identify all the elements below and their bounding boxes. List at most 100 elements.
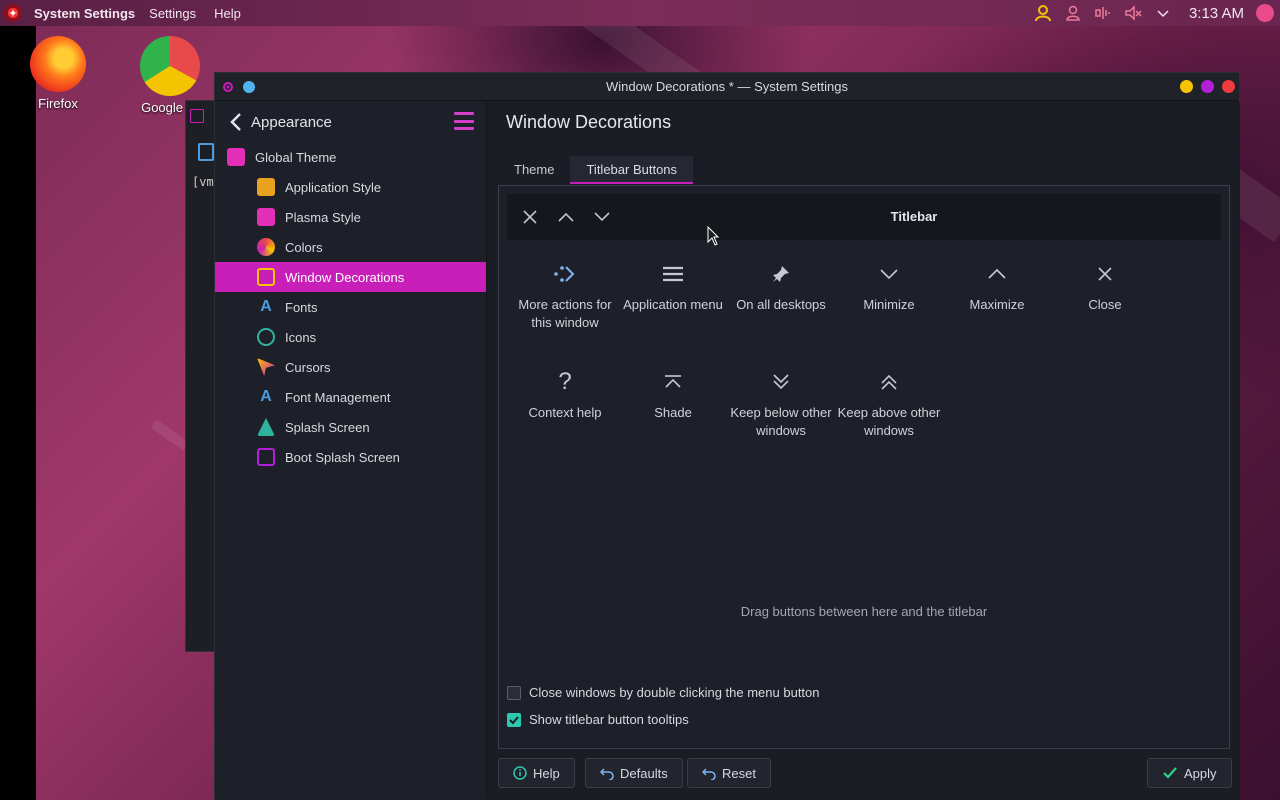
help-icon: ? (558, 368, 572, 395)
available-button-label: Shade (654, 405, 692, 420)
mouse-cursor-icon (707, 226, 719, 246)
sidebar-item-global-theme[interactable]: Global Theme (215, 142, 486, 172)
available-button-context-help[interactable]: ? Context help (511, 364, 619, 422)
sidebar-item-splash-screen[interactable]: Splash Screen (215, 412, 486, 442)
apply-button[interactable]: Apply (1147, 758, 1232, 788)
desktop-icon-label: Firefox (38, 96, 78, 111)
tab-theme[interactable]: Theme (498, 156, 570, 184)
help-button[interactable]: Help (498, 758, 575, 788)
sidebar-item-font-management[interactable]: A Font Management (215, 382, 486, 412)
person-icon[interactable] (1063, 3, 1083, 23)
available-button-label: Keep below other windows (730, 405, 832, 438)
apply-button-label: Apply (1184, 765, 1217, 781)
tab-titlebar-buttons[interactable]: Titlebar Buttons (570, 156, 694, 184)
available-button-label: Keep above other windows (837, 405, 941, 438)
window-minimize-button[interactable] (1180, 80, 1193, 93)
window-decorations-icon (257, 268, 275, 286)
reset-icon (702, 766, 716, 780)
sidebar-item-label: Font Management (285, 389, 391, 405)
cursors-icon (257, 358, 275, 376)
sidebar-item-label: Cursors (285, 359, 331, 375)
audio-input-icon[interactable] (1093, 3, 1113, 23)
sidebar-item-label: Plasma Style (285, 209, 361, 225)
sidebar-item-boot-splash-screen[interactable]: Boot Splash Screen (215, 442, 486, 472)
available-button-minimize[interactable]: Minimize (835, 256, 943, 314)
desktop-icon-firefox[interactable]: Firefox (30, 36, 86, 111)
left-panel-strip (0, 26, 36, 800)
window-titlebar[interactable]: Window Decorations * — System Settings (215, 73, 1239, 101)
file-icon (198, 143, 214, 161)
help-circle-icon (513, 766, 527, 780)
window-maximize-button[interactable] (1201, 80, 1214, 93)
sidebar-item-plasma-style[interactable]: Plasma Style (215, 202, 486, 232)
option-close-double-click[interactable]: Close windows by double clicking the men… (507, 685, 820, 700)
available-button-maximize[interactable]: Maximize (943, 256, 1051, 314)
sidebar-header: Appearance (215, 102, 486, 142)
application-menu-icon (619, 256, 727, 292)
firefox-icon (30, 36, 86, 92)
available-button-application-menu[interactable]: Application menu (619, 256, 727, 314)
sidebar-item-window-decorations[interactable]: Window Decorations (215, 262, 486, 292)
back-arrow-icon[interactable] (229, 112, 243, 132)
splash-screen-icon (257, 418, 275, 436)
font-management-icon: A (260, 388, 272, 405)
sidebar-item-icons[interactable]: Icons (215, 322, 486, 352)
checkbox-close-double-click[interactable] (507, 685, 521, 700)
hamburger-menu-icon[interactable] (454, 112, 474, 130)
maximize-icon (943, 256, 1051, 292)
sidebar-item-label: Window Decorations (285, 269, 405, 285)
chevron-down-icon[interactable] (1153, 3, 1173, 23)
system-settings-window: Window Decorations * — System Settings A… (214, 72, 1240, 800)
sidebar-item-label: Application Style (285, 179, 382, 195)
clock[interactable]: 3:13 AM (1189, 5, 1244, 22)
sidebar-item-cursors[interactable]: Cursors (215, 352, 486, 382)
application-style-icon (257, 178, 275, 196)
more-actions-icon (511, 256, 619, 292)
option-show-tooltips[interactable]: Show titlebar button tooltips (507, 712, 689, 727)
pin-icon (727, 256, 835, 292)
app-logo-icon[interactable]: ✦ (4, 4, 22, 22)
reset-button[interactable]: Reset (687, 758, 771, 788)
checkbox-show-tooltips[interactable] (507, 712, 521, 727)
main-content: Window Decorations Theme Titlebar Button… (488, 102, 1240, 800)
global-theme-icon (227, 148, 245, 166)
available-button-keep-below[interactable]: Keep below other windows (727, 364, 835, 440)
available-button-label: Close (1088, 297, 1122, 312)
user-icon[interactable] (1033, 3, 1053, 23)
defaults-button[interactable]: Defaults (585, 758, 683, 788)
available-button-on-all-desktops[interactable]: On all desktops (727, 256, 835, 314)
sidebar: Appearance Global Theme Application Styl… (215, 102, 487, 800)
sidebar-item-label: Colors (285, 239, 323, 255)
available-button-close[interactable]: Close (1051, 256, 1159, 314)
available-button-shade[interactable]: Shade (619, 364, 727, 422)
sidebar-item-label: Fonts (285, 299, 318, 315)
volume-muted-icon[interactable] (1123, 3, 1143, 23)
sidebar-item-colors[interactable]: Colors (215, 232, 486, 262)
sidebar-title: Appearance (251, 113, 332, 131)
sidebar-item-label: Icons (285, 329, 317, 345)
terminal-icon (190, 109, 204, 123)
window-close-button[interactable] (1222, 80, 1235, 93)
available-button-label: More actions for this window (518, 297, 612, 330)
available-button-label: On all desktops (736, 297, 826, 312)
titlebar-preview[interactable]: Titlebar (507, 194, 1221, 240)
help-button-label: Help (533, 765, 560, 781)
sidebar-item-application-style[interactable]: Application Style (215, 172, 486, 202)
menu-settings[interactable]: Settings (149, 6, 196, 21)
undo-icon (600, 766, 614, 780)
available-button-keep-above[interactable]: Keep above other windows (835, 364, 943, 440)
user-avatar-icon[interactable] (1256, 4, 1274, 22)
close-icon (1051, 256, 1159, 292)
checkmark-icon (1162, 766, 1178, 780)
minimize-icon (835, 256, 943, 292)
chrome-icon (140, 36, 200, 96)
sidebar-item-label: Boot Splash Screen (285, 449, 400, 465)
drag-hint: Drag buttons between here and the titleb… (740, 604, 988, 619)
available-button-more-actions[interactable]: More actions for this window (511, 256, 619, 332)
fonts-icon: A (260, 298, 272, 315)
menu-help[interactable]: Help (214, 6, 241, 21)
colors-icon (257, 238, 275, 256)
sidebar-item-fonts[interactable]: A Fonts (215, 292, 486, 322)
top-panel: ✦ System Settings Settings Help 3:13 AM (0, 0, 1280, 26)
keep-above-icon (835, 364, 943, 400)
